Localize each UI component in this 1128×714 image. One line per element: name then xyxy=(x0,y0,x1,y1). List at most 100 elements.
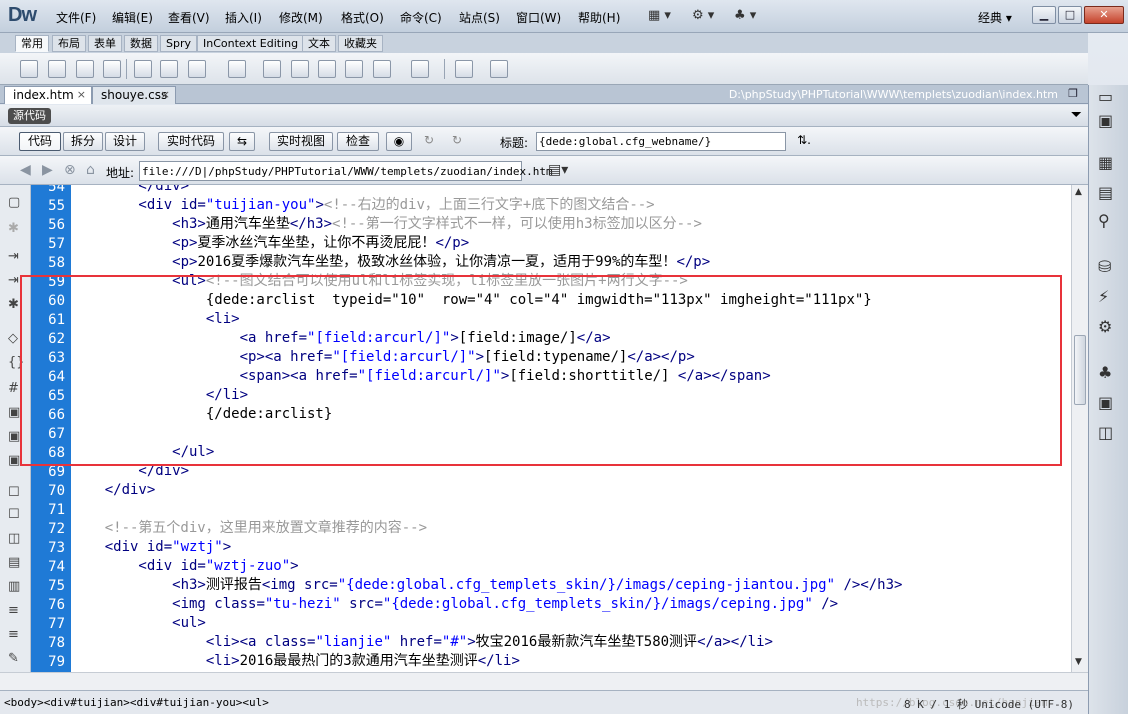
workspace-switcher[interactable]: 经典 ▾ xyxy=(978,9,1012,26)
apply-comment-icon[interactable]: ☐ xyxy=(8,485,20,500)
server-behaviors-icon[interactable]: ⚙ xyxy=(1098,317,1112,336)
collapse-selection-icon[interactable]: ⇥ xyxy=(8,273,19,288)
doc-tab-shouye[interactable]: shouye.css × xyxy=(92,86,176,104)
close-tab-icon[interactable]: × xyxy=(161,87,170,103)
menu-commands[interactable]: 命令(C) xyxy=(400,9,442,26)
home-icon[interactable]: ⌂ xyxy=(86,162,95,178)
menu-file[interactable]: 文件(F) xyxy=(56,9,96,26)
view-options-icon[interactable]: ▤▾ xyxy=(548,162,568,178)
tab-favorites[interactable]: 收藏夹 xyxy=(338,35,383,52)
remove-comment-icon[interactable]: ☐ xyxy=(8,507,20,522)
preview-globe-icon[interactable]: ◉ xyxy=(386,132,412,151)
layout-grid-icon[interactable]: ▦ ▾ xyxy=(648,8,671,23)
collapse-full-tag-icon[interactable]: ⇥ xyxy=(8,249,19,264)
close-tab-icon[interactable]: × xyxy=(77,87,86,103)
info-bar-icon[interactable]: ▣ xyxy=(8,453,20,468)
hyperlink-icon[interactable] xyxy=(20,60,38,78)
menu-edit[interactable]: 编辑(E) xyxy=(112,9,153,26)
file-management-icon[interactable]: ⇅. xyxy=(790,132,818,151)
media-icon[interactable] xyxy=(228,60,246,78)
tag-inspector-icon[interactable]: ⚲ xyxy=(1098,211,1110,230)
format-source-icon[interactable]: ✎ xyxy=(8,651,19,666)
tab-forms[interactable]: 表单 xyxy=(88,35,122,52)
files-icon[interactable]: ♣ xyxy=(1098,363,1112,382)
scroll-thumb[interactable] xyxy=(1074,335,1086,405)
syntax-error-icon[interactable]: ▣ xyxy=(8,429,20,444)
close-button[interactable]: ✕ xyxy=(1084,6,1124,24)
horizontal-scrollbar[interactable] xyxy=(0,672,1088,690)
source-code-button[interactable]: 源代码 xyxy=(8,108,51,124)
snippets-icon[interactable]: ◫ xyxy=(1098,423,1113,442)
back-icon[interactable]: ◀ xyxy=(20,162,31,178)
restore-window-icon[interactable]: ❐ xyxy=(1068,87,1078,100)
menu-format[interactable]: 格式(O) xyxy=(341,9,384,26)
script-icon[interactable] xyxy=(411,60,429,78)
gear-icon[interactable]: ⚙ ▾ xyxy=(692,8,714,23)
expand-all-icon[interactable]: ✱ xyxy=(8,297,19,312)
horizontal-rule-icon[interactable] xyxy=(103,60,121,78)
scroll-up-icon[interactable]: ▲ xyxy=(1075,187,1082,197)
open-documents-icon[interactable]: ▢ xyxy=(8,195,20,210)
menu-view[interactable]: 查看(V) xyxy=(168,9,210,26)
table-icon[interactable] xyxy=(134,60,152,78)
head-icon[interactable] xyxy=(373,60,391,78)
recent-snippets-icon[interactable]: ▤ xyxy=(8,555,20,570)
ap-elements-icon[interactable]: ▤ xyxy=(1098,183,1113,202)
database-icon[interactable]: ⛁ xyxy=(1098,257,1111,276)
insert-panel-icon[interactable]: ▣ xyxy=(1098,111,1113,130)
refresh-icon[interactable]: ↻ xyxy=(418,132,440,151)
tab-data[interactable]: 数据 xyxy=(124,35,158,52)
move-css-icon[interactable]: ▥ xyxy=(8,579,20,594)
div-icon[interactable] xyxy=(160,60,178,78)
server-include-icon[interactable] xyxy=(318,60,336,78)
tag-chooser-icon[interactable] xyxy=(490,60,508,78)
menu-help[interactable]: 帮助(H) xyxy=(578,9,620,26)
tab-spry[interactable]: Spry xyxy=(160,35,197,52)
forward-icon[interactable]: ▶ xyxy=(42,162,53,178)
date-icon[interactable] xyxy=(291,60,309,78)
tab-text[interactable]: 文本 xyxy=(302,35,336,52)
bindings-icon[interactable]: ⚡ xyxy=(1098,287,1109,306)
code-view-button[interactable]: 代码 xyxy=(19,132,61,151)
css-styles-icon[interactable]: ▦ xyxy=(1098,153,1113,172)
menu-insert[interactable]: 插入(I) xyxy=(225,9,262,26)
live-code-button[interactable]: 实时代码 xyxy=(158,132,224,151)
minimize-button[interactable]: ▁ xyxy=(1032,6,1056,24)
assets-icon[interactable]: ▣ xyxy=(1098,393,1113,412)
line-numbers-icon[interactable]: # xyxy=(8,381,19,396)
stop-icon[interactable]: ⊗ xyxy=(64,162,76,178)
maximize-button[interactable]: □ xyxy=(1058,6,1082,24)
live-view-button[interactable]: 实时视图 xyxy=(269,132,333,151)
tag-selector[interactable]: <body><div#tuijian><div#tuijian-you><ul> xyxy=(4,696,269,709)
comment-icon[interactable] xyxy=(345,60,363,78)
widget-icon[interactable] xyxy=(263,60,281,78)
outdent-code-icon[interactable]: ≡ xyxy=(8,627,19,642)
doc-tab-index[interactable]: index.htm × xyxy=(4,86,92,104)
wrap-tag-icon[interactable]: ◫ xyxy=(8,531,20,546)
title-field[interactable]: {dede:global.cfg_webname/} xyxy=(536,132,786,151)
panel-menu-icon[interactable]: ▭ xyxy=(1098,87,1113,106)
scroll-down-icon[interactable]: ▼ xyxy=(1075,657,1082,667)
highlight-invalid-icon[interactable]: ▣ xyxy=(8,405,20,420)
show-code-navigator-icon[interactable]: ✱ xyxy=(8,221,19,236)
menu-site[interactable]: 站点(S) xyxy=(459,9,500,26)
filter-icon[interactable]: ⏷ xyxy=(1071,107,1082,123)
named-anchor-icon[interactable] xyxy=(76,60,94,78)
inspect-button[interactable]: 检查 xyxy=(337,132,379,151)
site-tree-icon[interactable]: ♣ ▾ xyxy=(734,8,756,23)
select-parent-tag-icon[interactable]: ◇ xyxy=(8,331,18,346)
refresh-design-icon[interactable]: ↻ xyxy=(446,132,468,151)
balance-braces-icon[interactable]: {} xyxy=(8,355,25,370)
code-editor[interactable]: </div> <div id="tuijian-you"><!--右边的div，… xyxy=(71,185,1071,672)
templates-icon[interactable] xyxy=(455,60,473,78)
vertical-scrollbar[interactable]: ▲ ▼ xyxy=(1071,185,1088,672)
indent-code-icon[interactable]: ≡ xyxy=(8,603,19,618)
tab-incontext[interactable]: InContext Editing xyxy=(197,35,305,52)
tab-common[interactable]: 常用 xyxy=(15,35,49,52)
compatibility-icon[interactable]: ⇆ xyxy=(229,132,255,151)
split-view-button[interactable]: 拆分 xyxy=(63,132,103,151)
tab-layout[interactable]: 布局 xyxy=(52,35,86,52)
design-view-button[interactable]: 设计 xyxy=(105,132,145,151)
menu-modify[interactable]: 修改(M) xyxy=(279,9,323,26)
menu-window[interactable]: 窗口(W) xyxy=(516,9,561,26)
